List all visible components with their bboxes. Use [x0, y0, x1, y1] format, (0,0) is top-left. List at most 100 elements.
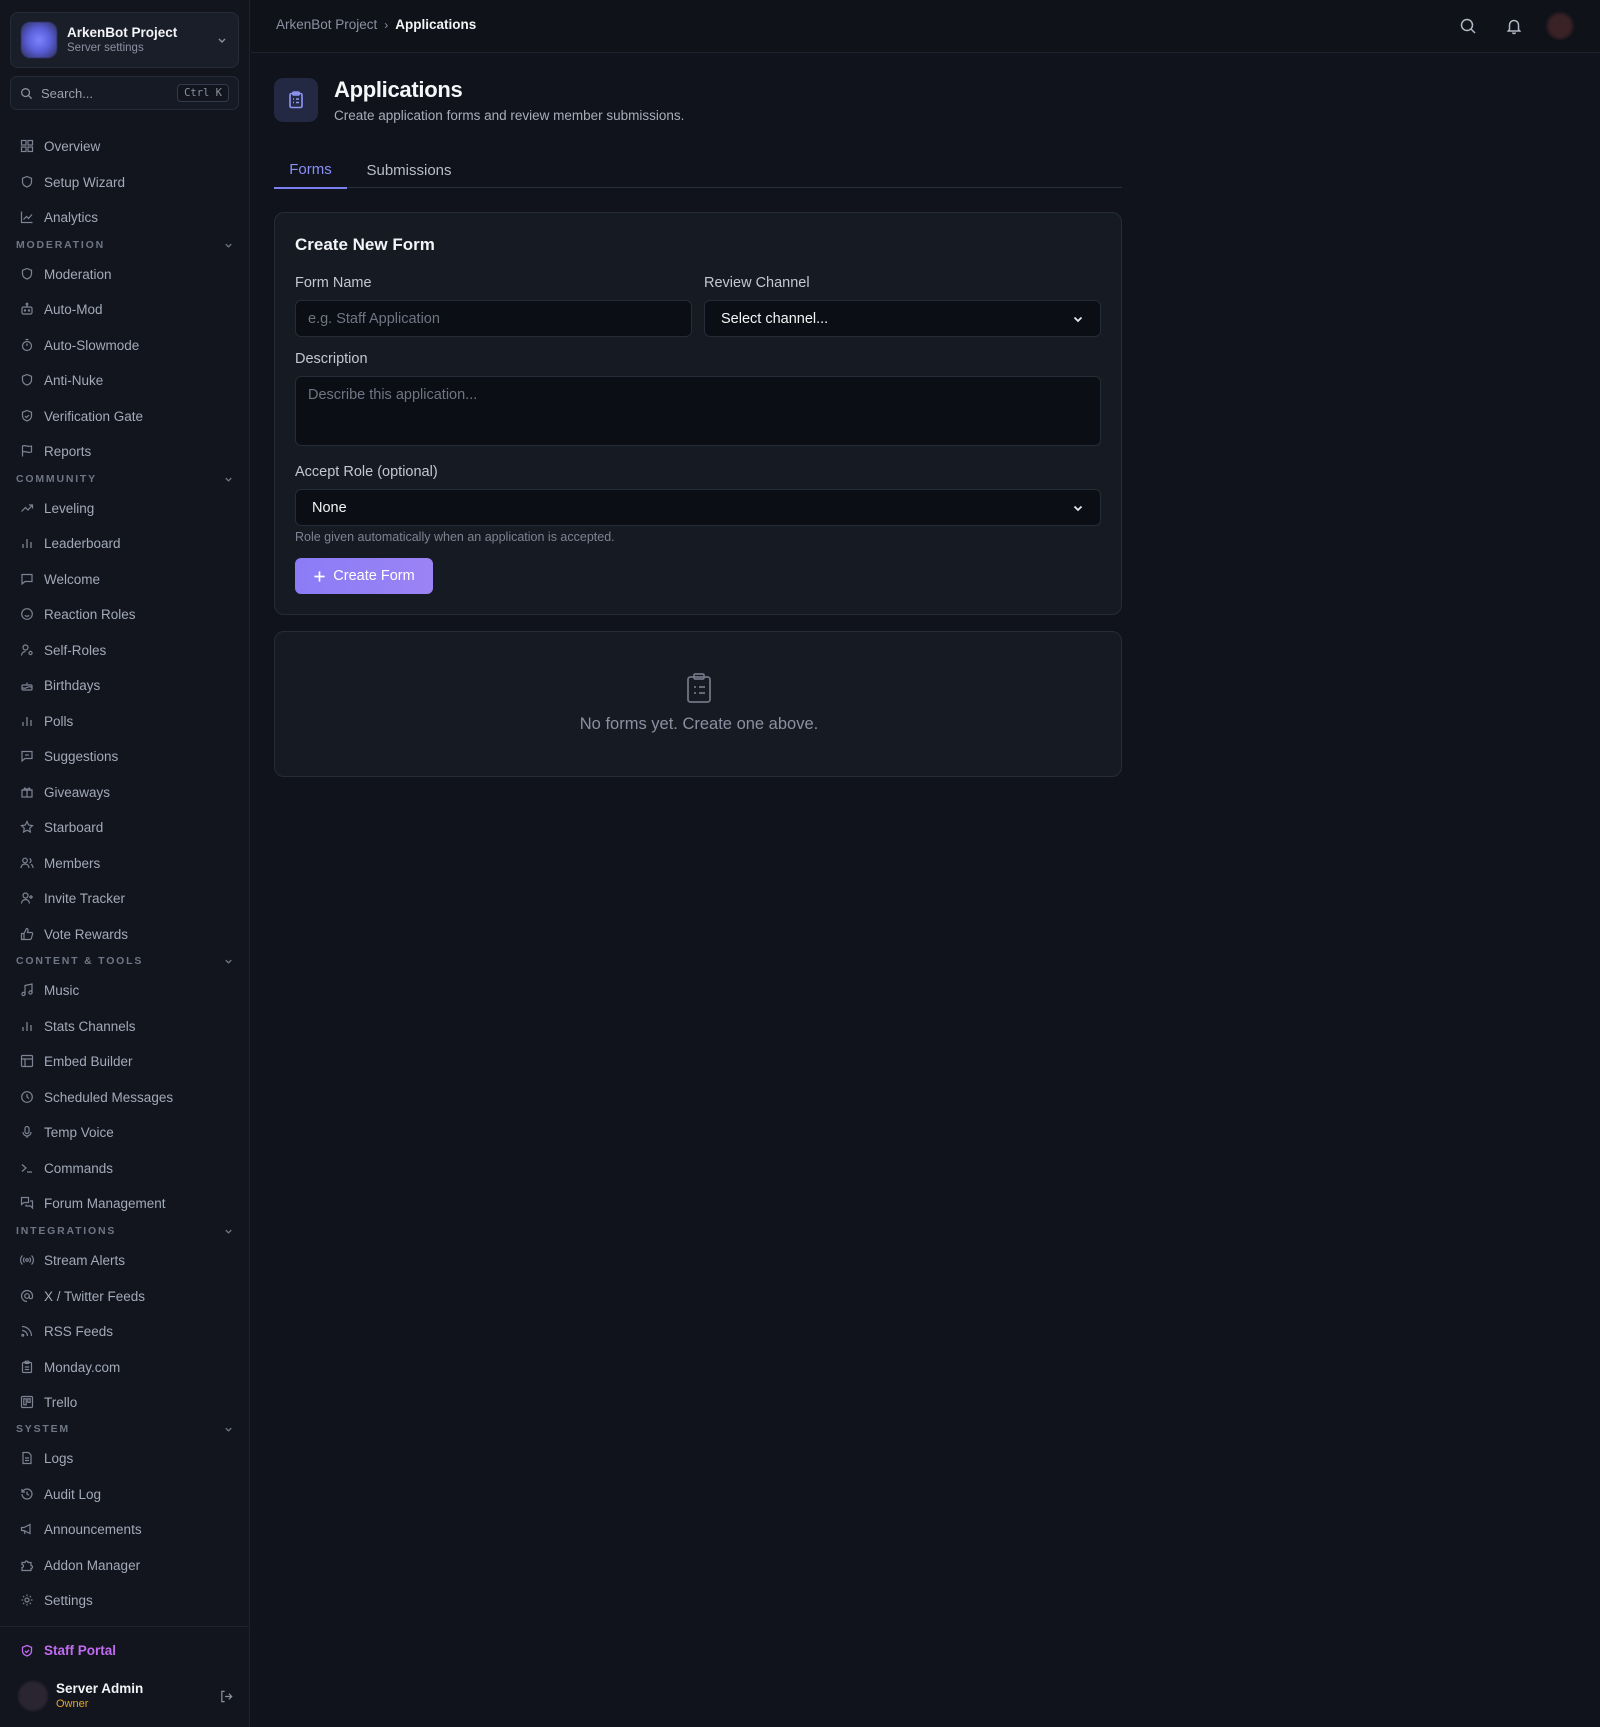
tab-forms[interactable]: Forms — [274, 152, 347, 189]
search-icon — [21, 87, 33, 99]
sidebar-item-vote-rewards[interactable]: Vote Rewards — [20, 924, 128, 944]
sidebar-item-leaderboard[interactable]: Leaderboard — [20, 533, 121, 553]
top-bar: ArkenBot Project › Applications — [251, 0, 1600, 53]
sidebar-item-reports[interactable]: Reports — [20, 441, 91, 461]
sidebar-item-label: Overview — [44, 138, 101, 154]
bar-chart-icon — [22, 1022, 32, 1031]
sidebar-item-trello[interactable]: Trello — [20, 1392, 77, 1412]
sidebar-item-label: Forum Management — [44, 1195, 166, 1211]
sidebar-item-label: Music — [44, 982, 80, 998]
search-shortcut: Ctrl K — [177, 84, 229, 102]
section-header-system[interactable]: SYSTEM — [16, 1421, 234, 1437]
section-header-integrations[interactable]: INTEGRATIONS — [16, 1223, 234, 1239]
sidebar-item-leveling[interactable]: Leveling — [20, 498, 94, 518]
sidebar-item-label: Monday.com — [44, 1359, 121, 1375]
sidebar-item-self-roles[interactable]: Self-Roles — [20, 640, 106, 660]
section-header-content-tools[interactable]: CONTENT & TOOLS — [16, 953, 234, 969]
sidebar-item-analytics[interactable]: Analytics — [20, 207, 98, 227]
server-switcher[interactable]: ArkenBot Project Server settings — [10, 12, 239, 68]
logout-icon[interactable] — [219, 1689, 234, 1704]
sidebar-item-verification-gate[interactable]: Verification Gate — [20, 406, 143, 426]
shield-check-icon — [21, 1644, 33, 1657]
sidebar-item-stream-alerts[interactable]: Stream Alerts — [20, 1250, 125, 1270]
description-label: Description — [295, 351, 368, 367]
sidebar-item-audit-log[interactable]: Audit Log — [20, 1484, 101, 1504]
sidebar-item-anti-nuke[interactable]: Anti-Nuke — [20, 370, 103, 390]
sidebar-item-monday[interactable]: Monday.com — [20, 1357, 120, 1377]
sidebar-item-invite-tracker[interactable]: Invite Tracker — [20, 888, 125, 908]
sidebar-item-auto-slowmode[interactable]: Auto-Slowmode — [20, 335, 139, 355]
sidebar-item-addon-manager[interactable]: Addon Manager — [20, 1555, 140, 1575]
section-header-moderation[interactable]: MODERATION — [16, 237, 234, 253]
sidebar-item-label: RSS Feeds — [44, 1323, 114, 1339]
description-textarea[interactable] — [295, 376, 1101, 446]
section-title: COMMUNITY — [16, 473, 97, 485]
section-header-community[interactable]: COMMUNITY — [16, 471, 234, 487]
sidebar-item-suggestions[interactable]: Suggestions — [20, 746, 118, 766]
sidebar-item-overview[interactable]: Overview — [20, 136, 100, 156]
grid-icon — [20, 139, 34, 153]
server-subtitle: Server settings — [67, 42, 144, 54]
staff-portal-link[interactable]: Staff Portal — [20, 1643, 116, 1658]
radio-icon — [20, 1255, 34, 1265]
sidebar-item-label: Auto-Mod — [44, 301, 103, 317]
sidebar-item-scheduled-messages[interactable]: Scheduled Messages — [20, 1087, 173, 1107]
sidebar-item-settings[interactable]: Settings — [20, 1590, 93, 1610]
sidebar-item-x-twitter-feeds[interactable]: X / Twitter Feeds — [20, 1286, 145, 1306]
form-name-input[interactable] — [295, 300, 692, 337]
sidebar-item-auto-mod[interactable]: Auto-Mod — [20, 299, 103, 319]
sidebar-item-members[interactable]: Members — [20, 853, 100, 873]
sidebar-item-rss-feeds[interactable]: RSS Feeds — [20, 1321, 113, 1341]
chevron-updown-icon — [218, 38, 226, 43]
accept-role-select[interactable]: None — [295, 489, 1101, 526]
sidebar-item-label: Stats Channels — [44, 1018, 136, 1034]
history-icon — [21, 1488, 33, 1500]
tab-submissions[interactable]: Submissions — [354, 152, 464, 188]
users-icon — [20, 857, 34, 869]
bell-icon[interactable] — [1505, 17, 1523, 35]
plus-icon — [314, 570, 325, 582]
sidebar-item-welcome[interactable]: Welcome — [20, 569, 100, 589]
avatar — [18, 1681, 48, 1711]
sidebar-item-reaction-roles[interactable]: Reaction Roles — [20, 604, 136, 624]
page-title: Applications — [334, 77, 463, 102]
sidebar-item-polls[interactable]: Polls — [20, 711, 73, 731]
breadcrumb-parent[interactable]: ArkenBot Project — [276, 17, 377, 32]
sidebar-item-birthdays[interactable]: Birthdays — [20, 675, 100, 695]
puzzle-icon — [21, 1560, 34, 1572]
thumbs-up-icon — [20, 927, 34, 941]
trending-up-icon — [21, 504, 34, 512]
sidebar-item-moderation[interactable]: Moderation — [20, 264, 112, 284]
avatar[interactable] — [1547, 13, 1573, 39]
sidebar-item-embed-builder[interactable]: Embed Builder — [20, 1051, 133, 1071]
sidebar-search[interactable]: Search... Ctrl K — [10, 76, 239, 110]
search-icon[interactable] — [1459, 17, 1477, 35]
sidebar-item-starboard[interactable]: Starboard — [20, 817, 103, 837]
sidebar-item-label: Reaction Roles — [44, 606, 136, 622]
sidebar-item-setup-wizard[interactable]: Setup Wizard — [20, 172, 125, 192]
clock-icon — [21, 1091, 33, 1103]
chevron-down-icon — [225, 1229, 232, 1234]
cake-icon — [21, 682, 33, 691]
section-title: MODERATION — [16, 239, 105, 251]
sidebar-item-temp-voice[interactable]: Temp Voice — [20, 1122, 114, 1142]
clipboard-icon — [21, 1360, 33, 1374]
chevron-down-icon — [225, 1427, 232, 1432]
sidebar-item-commands[interactable]: Commands — [20, 1158, 113, 1178]
sidebar-item-logs[interactable]: Logs — [20, 1448, 73, 1468]
sidebar-item-stats-channels[interactable]: Stats Channels — [20, 1016, 136, 1036]
sidebar-item-label: X / Twitter Feeds — [44, 1288, 146, 1304]
section-title: CONTENT & TOOLS — [16, 955, 144, 967]
review-channel-select[interactable]: Select channel... — [704, 300, 1101, 337]
section-title: INTEGRATIONS — [16, 1225, 117, 1237]
sidebar-item-label: Anti-Nuke — [44, 372, 104, 388]
sidebar-item-music[interactable]: Music — [20, 980, 79, 1000]
sidebar-item-giveaways[interactable]: Giveaways — [20, 782, 110, 802]
create-form-button[interactable]: Create Form — [295, 558, 433, 594]
sidebar-item-forum-management[interactable]: Forum Management — [20, 1193, 166, 1213]
page-icon — [274, 78, 318, 122]
sidebar-item-label: Stream Alerts — [44, 1252, 126, 1268]
user-cog-icon — [20, 644, 33, 656]
sidebar-item-announcements[interactable]: Announcements — [20, 1519, 142, 1539]
review-channel-value: Select channel... — [721, 310, 829, 327]
